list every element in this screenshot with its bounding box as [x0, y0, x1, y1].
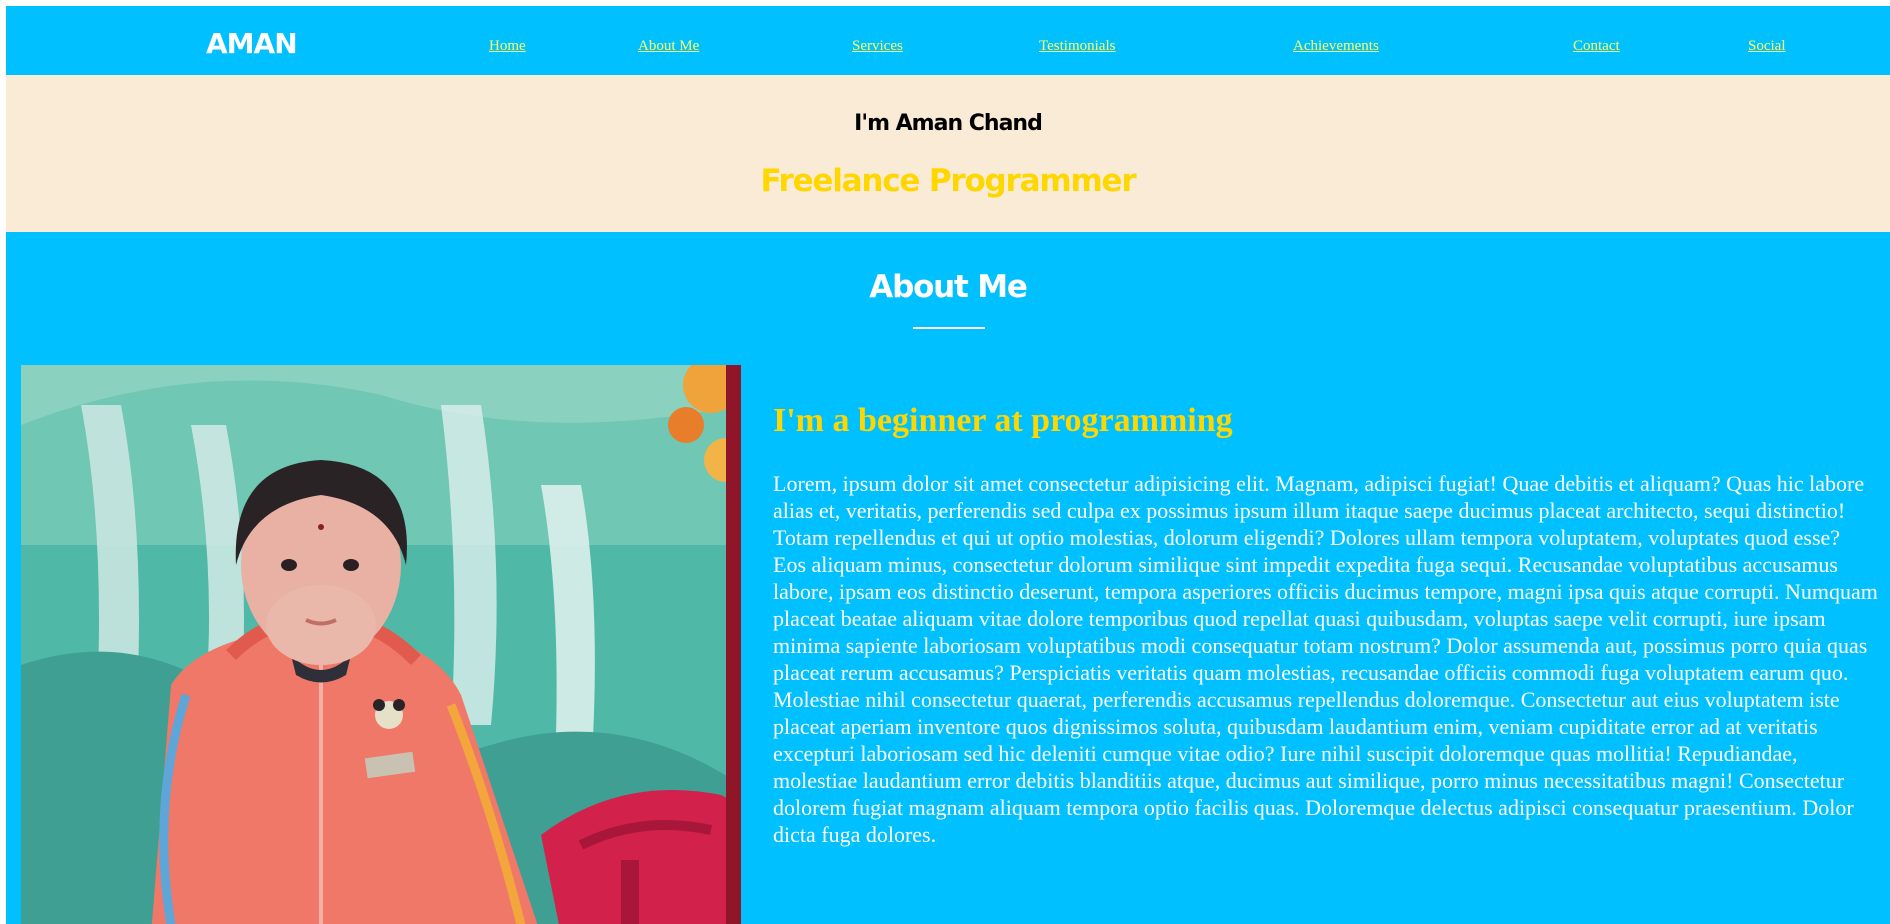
about-section: About Me I'm a beginner at programming L…	[6, 232, 1890, 924]
hero-section: I'm Aman Chand Freelance Programmer	[6, 75, 1890, 232]
about-heading: I'm a beginner at programming	[773, 402, 1233, 439]
nav-link-social[interactable]: Social	[1748, 38, 1786, 55]
nav-link-contact[interactable]: Contact	[1573, 38, 1620, 55]
navbar: AMAN Home About Me Services Testimonials…	[6, 6, 1890, 75]
logo[interactable]: AMAN	[206, 27, 298, 60]
about-title: About Me	[869, 269, 1028, 305]
nav-link-achievements[interactable]: Achievements	[1293, 38, 1379, 55]
about-description: Lorem, ipsum dolor sit amet consectetur …	[773, 471, 1878, 847]
nav-link-home[interactable]: Home	[489, 38, 526, 55]
nav-link-services[interactable]: Services	[852, 38, 903, 55]
title-underline	[913, 327, 985, 329]
hero-name: I'm Aman Chand	[854, 111, 1043, 136]
nav-link-about-me[interactable]: About Me	[638, 38, 699, 55]
hero-role: Freelance Programmer	[760, 163, 1137, 199]
profile-photo	[21, 365, 741, 924]
nav-link-testimonials[interactable]: Testimonials	[1039, 38, 1115, 55]
page: AMAN Home About Me Services Testimonials…	[6, 6, 1890, 924]
